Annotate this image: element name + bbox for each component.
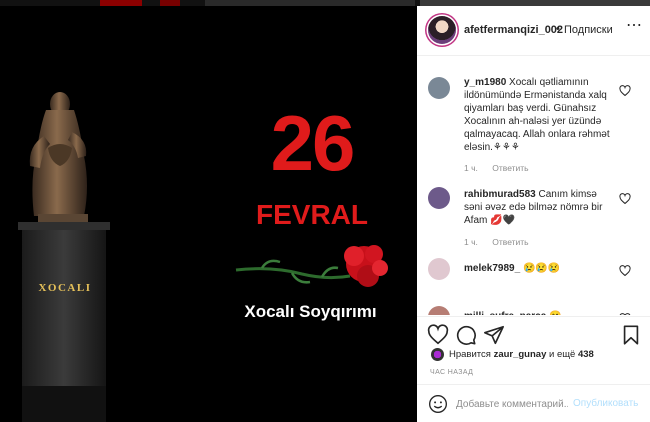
comment-text: Xocalı qətliamının ildönümündə Ermənista…	[464, 77, 610, 153]
comment-username[interactable]: milli_sufre_parca	[464, 311, 546, 315]
comment-body: y_m1980 Xocalı qətliamının ildönümündə E…	[464, 76, 614, 154]
share-icon[interactable]	[483, 324, 505, 346]
author-username[interactable]: afetfermanqizi_002	[464, 24, 563, 36]
comment-meta: 1 ч. Ответить	[464, 237, 529, 247]
comment-like-icon[interactable]	[619, 85, 631, 97]
reply-button[interactable]: Ответить	[492, 237, 528, 247]
likes-text: Нравится zaur_gunay и ещё 438	[449, 349, 594, 360]
author-avatar[interactable]	[428, 16, 456, 44]
comment-username[interactable]: rahibmurad583	[464, 189, 536, 200]
comment-like-icon[interactable]	[619, 265, 631, 277]
likes-summary[interactable]: Нравится zaur_gunay и ещё 438	[417, 346, 650, 364]
pedestal-inscription: XOCALI	[38, 282, 92, 294]
poster-date-number: 26	[270, 99, 356, 187]
comment-like-icon[interactable]	[619, 193, 631, 205]
carnation-flower-illustration	[235, 245, 388, 287]
post-sidebar: afetfermanqizi_002 • Подписки ⋯ y_m1980 …	[417, 6, 650, 422]
header-separator: •	[556, 23, 560, 35]
post-timestamp: ЧАС НАЗАД	[430, 369, 474, 376]
comment-username[interactable]: y_m1980	[464, 77, 506, 88]
comment-body: rahibmurad583 Canım kimsə səni əvəz edə …	[464, 188, 614, 227]
like-heart-icon[interactable]	[427, 324, 449, 346]
post-header: afetfermanqizi_002 • Подписки ⋯	[417, 6, 650, 56]
comment-meta: 1 ч. Ответить	[464, 163, 529, 173]
comment-avatar[interactable]	[428, 77, 450, 99]
comment-icon[interactable]	[455, 324, 477, 346]
comment-text: 😢😢😢	[522, 263, 561, 274]
comment-time: 1 ч.	[464, 237, 478, 247]
likes-middle: и ещё	[546, 349, 578, 360]
comment-avatar[interactable]	[428, 258, 450, 280]
poster-caption: Xocalı Soyqırımı	[244, 302, 377, 321]
comment-username[interactable]: melek7989_	[464, 263, 520, 274]
likes-count[interactable]: 438	[578, 349, 594, 360]
statue-illustration	[18, 92, 110, 422]
emoji-icon[interactable]	[428, 394, 448, 414]
bookmark-icon[interactable]	[620, 324, 642, 346]
comment-text: 😊	[549, 311, 561, 315]
comment-avatar[interactable]	[428, 187, 450, 209]
comment-body: melek7989_ 😢😢😢	[464, 262, 614, 275]
comments-list[interactable]: y_m1980 Xocalı qətliamının ildönümündə E…	[417, 57, 650, 315]
likes-prefix: Нравится	[449, 349, 494, 360]
comment-avatar[interactable]	[428, 306, 450, 315]
comment-body: milli_sufre_parca 😊	[464, 310, 614, 315]
comment-like-icon[interactable]	[619, 313, 631, 315]
following-button[interactable]: Подписки	[564, 24, 613, 36]
liker-avatar	[431, 348, 444, 361]
liker-username[interactable]: zaur_gunay	[494, 349, 547, 360]
publish-button[interactable]: Опубликовать	[573, 398, 638, 409]
more-options-icon[interactable]: ⋯	[624, 18, 644, 38]
comment-input[interactable]	[456, 396, 568, 412]
poster-date-month: FEVRAL	[256, 199, 368, 230]
reply-button[interactable]: Ответить	[492, 163, 528, 173]
comment-composer: Опубликовать	[417, 384, 650, 422]
comment-time: 1 ч.	[464, 163, 478, 173]
post-image[interactable]: XOCALI 26 FEVRAL Xocalı Soyqırımı	[0, 6, 417, 422]
